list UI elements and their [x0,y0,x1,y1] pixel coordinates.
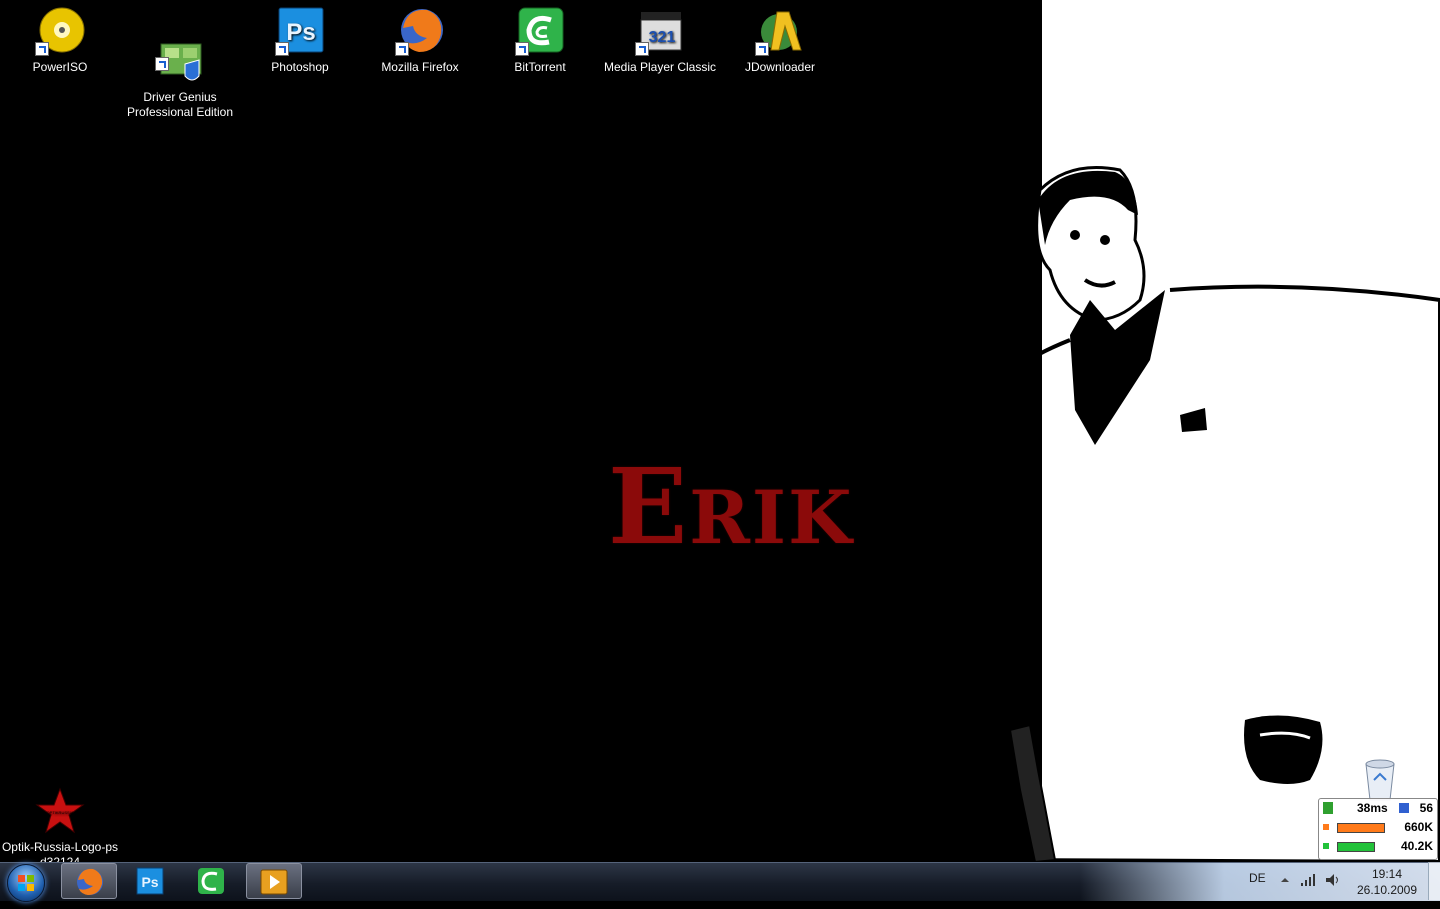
signal-icon [1323,802,1333,814]
windows-logo-icon [18,875,34,891]
bittorrent-icon [515,6,565,56]
meter-row-download: 40.2K [1323,839,1433,855]
meter-download: 40.2K [1400,839,1433,853]
desktop-icon-media-player-classic[interactable]: 321 Media Player Classic [600,0,720,75]
clock-time: 19:14 [1371,867,1403,881]
shortcut-arrow-icon [635,42,649,56]
shortcut-arrow-icon [755,42,769,56]
photoshop-glyph: Ps [141,874,158,890]
volume-icon[interactable] [1324,872,1342,888]
desktop-icon-photoshop[interactable]: Ps Photoshop [240,0,360,75]
taskbar-button-media-player[interactable] [246,863,302,899]
driver-genius-icon [155,21,205,81]
desktop-icon-label: BitTorrent [514,60,566,74]
clock-date: 26.10.2009 [1356,883,1418,897]
desktop-icon-label: Photoshop [271,60,329,74]
photoshop-icon: Ps [136,867,164,895]
meter-row-ping: 38ms 56 [1323,801,1433,817]
desktop-icon-recycle-bin[interactable] [1320,752,1440,802]
photoshop-icon: Ps [275,6,325,56]
optik-russia-star-icon: OPTIKRUSSIA [35,771,85,834]
shortcut-arrow-icon [35,42,49,56]
network-signal-icon[interactable] [1300,872,1318,888]
media-player-icon [260,869,288,895]
optik-russia-logo-glyph: OPTIKRUSSIA [47,810,74,815]
taskbar-button-firefox[interactable] [61,863,117,899]
desktop-icon-optik-russia[interactable]: OPTIKRUSSIA Optik-Russia-Logo-ps d32124 [0,750,120,870]
show-desktop-button[interactable] [1428,862,1440,900]
desktop-icon-jdownloader[interactable]: JDownloader [720,0,840,75]
shortcut-arrow-icon [395,42,409,56]
jdownloader-icon [755,6,805,56]
upload-bar [1337,823,1385,833]
clock[interactable]: 19:14 26.10.2009 [1352,866,1422,904]
media-player-icon-glyph: 321 [649,29,676,46]
network-icon [1399,803,1409,813]
desktop-icon-label: PowerISO [32,60,88,74]
recycle-bin-icon [1360,756,1400,802]
start-button[interactable] [7,864,45,902]
desktop-icon-label: Media Player Classic [603,60,717,74]
show-hidden-icons-icon[interactable] [1280,874,1290,884]
taskbar-button-photoshop[interactable]: Ps [123,863,179,899]
meter-count: 56 [1419,801,1433,815]
wallpaper-title: Erik [608,445,854,568]
media-player-classic-icon: 321 [635,6,685,56]
upload-indicator-icon [1323,824,1329,830]
desktop-icon-label: Mozilla Firefox [381,60,459,74]
photoshop-icon-glyph: Ps [286,19,315,46]
download-bar [1337,842,1375,852]
desktop-icon-bittorrent[interactable]: BitTorrent [480,0,600,75]
firefox-icon [395,6,445,56]
desktop-icon-poweriso[interactable]: PowerISO [0,0,120,75]
meter-ping: 38ms [1357,801,1388,815]
desktop-icon-driver-genius[interactable]: Driver Genius Professional Edition [120,0,240,120]
shortcut-arrow-icon [275,42,289,56]
desktop-icon-label: Driver Genius Professional Edition [126,90,234,119]
meter-upload: 660K [1404,820,1433,834]
bittorrent-icon [198,868,224,894]
meter-row-upload: 660K [1323,820,1433,836]
desktop-icon-firefox[interactable]: Mozilla Firefox [360,0,480,75]
network-meter-gadget[interactable]: 38ms 56 660K 40.2K [1318,798,1438,860]
firefox-icon [77,868,103,895]
download-indicator-icon [1323,843,1329,849]
taskbar-button-bittorrent[interactable] [184,863,240,899]
language-indicator[interactable]: DE [1249,871,1266,909]
poweriso-disc-icon [35,6,85,56]
desktop-icon-label: JDownloader [744,60,816,74]
shortcut-arrow-icon [155,57,169,71]
shortcut-arrow-icon [515,42,529,56]
